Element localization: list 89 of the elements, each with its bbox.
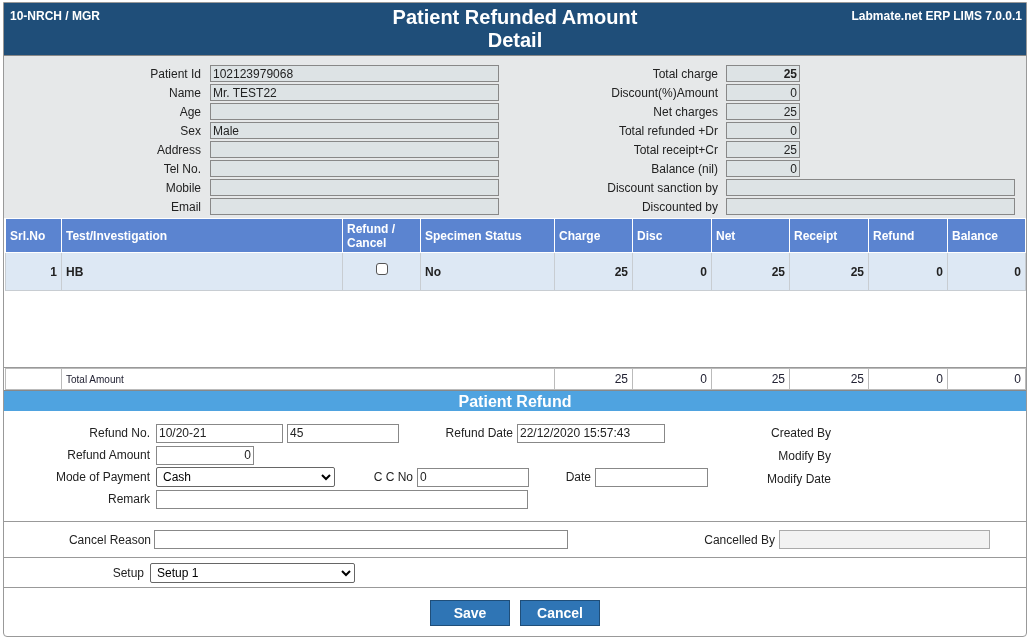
table-cell: 25 bbox=[789, 368, 869, 390]
refund-prefix-field[interactable]: 10/20-21 bbox=[156, 423, 283, 443]
amount-field[interactable]: 0 bbox=[726, 122, 800, 139]
cancelled-by-field[interactable] bbox=[779, 530, 990, 549]
column-header: Refund / Cancel bbox=[342, 218, 421, 253]
amount-field[interactable]: 25 bbox=[726, 65, 800, 82]
field-label: Discount(%)Amount bbox=[610, 84, 719, 102]
field-label: Net charges bbox=[652, 103, 719, 121]
readonly-field[interactable] bbox=[726, 179, 1015, 196]
readonly-field[interactable] bbox=[210, 160, 499, 177]
table-cell: 0 bbox=[632, 368, 712, 390]
table-cell: 25 bbox=[789, 252, 869, 291]
field-label: Sex bbox=[179, 122, 202, 140]
field-label: Modify Date bbox=[765, 471, 831, 488]
section-title: Patient Refund bbox=[4, 390, 1026, 411]
table-cell: 0 bbox=[947, 252, 1026, 291]
date-field[interactable] bbox=[595, 467, 708, 487]
total-label: Total Amount bbox=[61, 368, 555, 390]
card-number-field[interactable]: 0 bbox=[417, 467, 529, 487]
table-cell: 25 bbox=[554, 368, 633, 390]
field-label: Discounted by bbox=[640, 198, 719, 216]
column-header: Charge bbox=[554, 218, 633, 253]
amount-field[interactable]: 25 bbox=[726, 103, 800, 120]
readonly-field[interactable]: Mr. TEST22 bbox=[210, 84, 499, 101]
amount-field[interactable]: 25 bbox=[726, 141, 800, 158]
amount-field[interactable]: 0 bbox=[726, 160, 800, 177]
field-label: Email bbox=[170, 198, 202, 216]
payment-mode-select[interactable]: Cash bbox=[156, 467, 335, 487]
column-header: Balance bbox=[947, 218, 1026, 253]
field-label: C C No bbox=[372, 469, 413, 486]
amount-field[interactable]: 0 bbox=[726, 84, 800, 101]
user-label: 10-NRCH / MGR bbox=[10, 8, 100, 25]
page-title: Patient Refunded Amount Detail bbox=[391, 5, 639, 52]
cancel-button[interactable]: Cancel bbox=[520, 600, 600, 626]
refund-number-field[interactable]: 45 bbox=[287, 423, 399, 443]
field-label: Refund Date bbox=[444, 425, 513, 442]
column-header: Disc bbox=[632, 218, 712, 253]
field-label: Total charge bbox=[651, 65, 719, 83]
readonly-field[interactable]: Male bbox=[210, 122, 499, 139]
field-label: Modify By bbox=[777, 448, 831, 465]
field-label: Setup bbox=[111, 564, 145, 582]
field-label: Cancelled By bbox=[703, 531, 776, 549]
refund-date-field[interactable]: 22/12/2020 15:57:43 bbox=[517, 423, 665, 443]
field-label: Discount sanction by bbox=[606, 179, 719, 197]
field-label: Tel No. bbox=[162, 160, 202, 178]
column-header: Test/Investigation bbox=[61, 218, 343, 253]
field-label: Name bbox=[168, 84, 202, 102]
table-cell: 0 bbox=[868, 368, 948, 390]
table-cell: No bbox=[420, 252, 555, 291]
field-label: Age bbox=[178, 103, 202, 121]
column-header: Srl.No bbox=[5, 218, 62, 253]
column-header: Refund bbox=[868, 218, 948, 253]
refund-amount-field[interactable]: 0 bbox=[156, 445, 254, 465]
readonly-field[interactable] bbox=[210, 141, 499, 158]
field-label: Refund Amount bbox=[66, 447, 151, 464]
setup-select[interactable]: Setup 1 bbox=[150, 562, 355, 583]
field-label: Address bbox=[155, 141, 202, 159]
table-cell: 25 bbox=[554, 252, 633, 291]
column-header: Receipt bbox=[789, 218, 869, 253]
field-label: Mode of Payment bbox=[54, 469, 151, 486]
readonly-field[interactable] bbox=[210, 103, 499, 120]
field-label: Refund No. bbox=[88, 425, 151, 442]
save-button[interactable]: Save bbox=[430, 600, 510, 626]
remark-field[interactable] bbox=[156, 489, 528, 509]
field-label: Date bbox=[564, 469, 591, 486]
table-cell: 25 bbox=[711, 252, 790, 291]
field-label: Total receipt+Cr bbox=[632, 141, 719, 159]
readonly-field[interactable] bbox=[726, 198, 1015, 215]
column-header: Specimen Status bbox=[420, 218, 555, 253]
column-header: Net bbox=[711, 218, 790, 253]
table-cell: 1 bbox=[5, 252, 62, 291]
field-label: Mobile bbox=[164, 179, 202, 197]
readonly-field[interactable] bbox=[210, 179, 499, 196]
cancel-reason-field[interactable] bbox=[154, 530, 568, 549]
field-label: Created By bbox=[769, 425, 831, 442]
field-label: Balance (nil) bbox=[650, 160, 719, 178]
table-cell: 0 bbox=[868, 252, 948, 291]
field-label: Total refunded +Dr bbox=[617, 122, 719, 140]
field-label: Remark bbox=[107, 491, 151, 508]
field-label: Patient Id bbox=[149, 65, 202, 83]
app-version: Labmate.net ERP LIMS 7.0.0.1 bbox=[851, 8, 1022, 25]
table-cell: 0 bbox=[632, 252, 712, 291]
table-cell: 0 bbox=[947, 368, 1026, 390]
table-cell: 25 bbox=[711, 368, 790, 390]
field-label: Cancel Reason bbox=[67, 531, 152, 549]
refund-checkbox[interactable] bbox=[375, 262, 388, 275]
table-cell: HB bbox=[61, 252, 343, 291]
readonly-field[interactable] bbox=[210, 198, 499, 215]
readonly-field[interactable]: 102123979068 bbox=[210, 65, 499, 82]
